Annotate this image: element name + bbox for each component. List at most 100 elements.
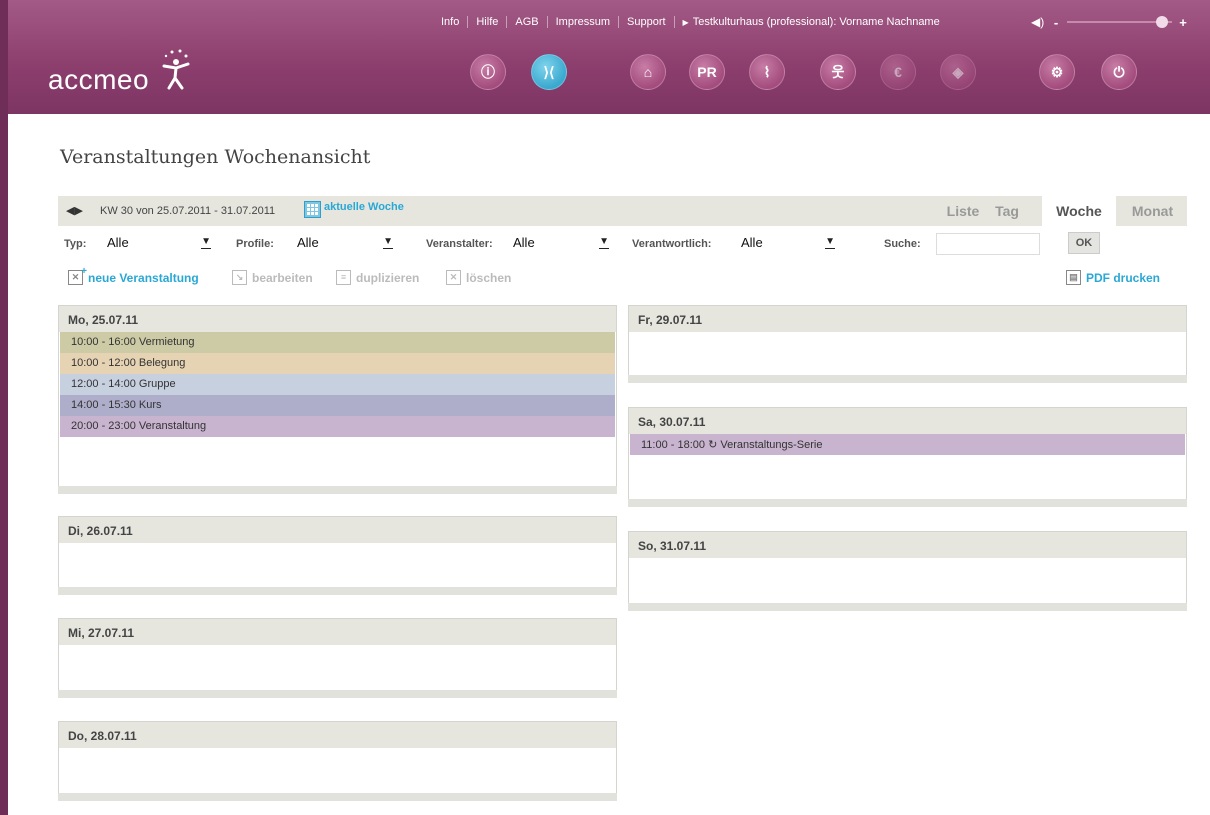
new-event-button[interactable]: ✕ + neue Veranstaltung	[68, 266, 199, 285]
day-header: Mo, 25.07.11	[59, 306, 616, 332]
user-label: Testkulturhaus (professional): Vorname N…	[692, 15, 940, 28]
event-item[interactable]: 14:00 - 15:30 Kurs	[60, 395, 615, 416]
dropdown-arrow-icon: ▼	[201, 236, 211, 249]
profile-select[interactable]: Alle ▼	[294, 233, 400, 253]
page-title: Veranstaltungen Wochenansicht	[60, 146, 371, 168]
tab-woche[interactable]: Woche	[1042, 196, 1116, 226]
people-icon[interactable]: 웃	[820, 54, 856, 90]
event-item[interactable]: 10:00 - 12:00 Belegung	[60, 353, 615, 374]
search-input[interactable]	[936, 233, 1040, 255]
dropdown-arrow-icon: ▼	[825, 236, 835, 249]
pdf-print-button[interactable]: ▤ PDF drucken	[1066, 270, 1160, 285]
day-footer	[58, 690, 617, 698]
print-icon: ▤	[1066, 270, 1081, 285]
duplicate-button[interactable]: ≡ duplizieren	[336, 270, 419, 285]
week-navigation: ◀▶ KW 30 von 25.07.2011 - 31.07.2011 akt…	[58, 196, 1187, 226]
settings-icon[interactable]: ⚙	[1039, 54, 1075, 90]
day-monday[interactable]: Mo, 25.07.11 10:00 - 16:00 Vermietung 10:…	[58, 305, 617, 494]
user-account[interactable]: ▶ Testkulturhaus (professional): Vorname …	[675, 16, 950, 29]
volume-slider[interactable]	[1067, 16, 1172, 28]
day-footer	[628, 375, 1187, 383]
profile-value: Alle	[297, 235, 319, 250]
ok-button[interactable]: OK	[1068, 232, 1100, 254]
day-header: Fr, 29.07.11	[629, 306, 1186, 332]
day-friday[interactable]: Fr, 29.07.11	[628, 305, 1187, 383]
event-list: 10:00 - 16:00 Vermietung 10:00 - 12:00 Be…	[59, 332, 616, 437]
euro-icon[interactable]: €	[880, 54, 916, 90]
week-nav-arrows[interactable]: ◀▶	[66, 204, 83, 217]
info-icon[interactable]: ⓘ	[470, 54, 506, 90]
triangle-right-icon: ▶	[682, 17, 689, 27]
day-sunday[interactable]: So, 31.07.11	[628, 531, 1187, 611]
day-header: So, 31.07.11	[629, 532, 1186, 558]
link-info[interactable]: Info	[433, 16, 469, 28]
day-thursday[interactable]: Do, 28.07.11	[58, 721, 617, 801]
verantwortlich-select[interactable]: Alle ▼	[738, 233, 842, 253]
app-window: Info Hilfe AGB Impressum Support ▶ Testku…	[0, 0, 1210, 815]
edit-icon: ↘	[232, 270, 247, 285]
tab-monat[interactable]: Monat	[1118, 196, 1187, 226]
current-week-link[interactable]: aktuelle Woche	[324, 201, 404, 213]
delete-label: löschen	[466, 270, 512, 285]
profile-label: Profile:	[236, 238, 274, 250]
event-item[interactable]: 10:00 - 16:00 Vermietung	[60, 332, 615, 353]
volume-plus-button[interactable]: +	[1176, 15, 1190, 30]
day-wednesday[interactable]: Mi, 27.07.11	[58, 618, 617, 698]
verantwortlich-value: Alle	[741, 235, 763, 250]
typ-label: Typ:	[64, 238, 87, 250]
event-item[interactable]: 20:00 - 23:00 Veranstaltung	[60, 416, 615, 437]
day-footer	[628, 603, 1187, 611]
day-tuesday[interactable]: Di, 26.07.11	[58, 516, 617, 595]
volume-minus-button[interactable]: -	[1049, 15, 1063, 30]
left-edge-bar	[0, 0, 8, 815]
pdf-print-label: PDF drucken	[1086, 270, 1161, 285]
volume-knob[interactable]	[1155, 16, 1168, 28]
power-icon[interactable]: ⏻	[1101, 54, 1137, 90]
week-range: KW 30 von 25.07.2011 - 31.07.2011	[100, 205, 276, 217]
verantwortlich-label: Verantwortlich:	[632, 238, 712, 250]
link-agb[interactable]: AGB	[507, 16, 548, 28]
action-bar: ✕ + neue Veranstaltung ↘ bearbeiten ≡ dup…	[58, 262, 1187, 292]
tab-liste[interactable]: Liste	[936, 196, 990, 226]
logo-text[interactable]: accmeo	[48, 64, 149, 96]
tab-tag[interactable]: Tag	[988, 196, 1026, 226]
event-item[interactable]: 12:00 - 14:00 Gruppe	[60, 374, 615, 395]
header: Info Hilfe AGB Impressum Support ▶ Testku…	[8, 0, 1210, 114]
paperclip-icon[interactable]: ⌇	[749, 54, 785, 90]
day-header: Do, 28.07.11	[59, 722, 616, 748]
ticket-icon[interactable]: ◈	[940, 54, 976, 90]
day-header: Di, 26.07.11	[59, 517, 616, 543]
day-footer	[58, 486, 617, 494]
filter-bar: Typ: Alle ▼ Profile: Alle ▼ Veranstalter: …	[58, 229, 1187, 259]
calendar-icon[interactable]	[304, 201, 321, 218]
veranstalter-select[interactable]: Alle ▼	[510, 233, 616, 253]
home-icon[interactable]: ⌂	[630, 54, 666, 90]
event-item[interactable]: 11:00 - 18:00 ↻ Veranstaltungs-Serie	[630, 434, 1185, 455]
edit-label: bearbeiten	[252, 270, 313, 285]
day-footer	[628, 499, 1187, 507]
delete-icon: ✕	[446, 270, 461, 285]
volume-control: ◀) - +	[1031, 12, 1201, 32]
day-saturday[interactable]: Sa, 30.07.11 11:00 - 18:00 ↻ Veranstaltu…	[628, 407, 1187, 507]
event-icon[interactable]: ⟩⟨	[531, 54, 567, 90]
day-header: Mi, 27.07.11	[59, 619, 616, 645]
pr-icon[interactable]: PR	[689, 54, 725, 90]
new-event-label: neue Veranstaltung	[88, 270, 199, 285]
next-week-icon[interactable]: ▶	[74, 205, 82, 217]
speaker-icon[interactable]: ◀)	[1031, 15, 1049, 29]
link-impressum[interactable]: Impressum	[548, 16, 620, 28]
veranstalter-value: Alle	[513, 235, 535, 250]
typ-value: Alle	[107, 235, 129, 250]
link-support[interactable]: Support	[619, 16, 675, 28]
day-footer	[58, 587, 617, 595]
veranstalter-label: Veranstalter:	[426, 238, 493, 250]
duplicate-icon: ≡	[336, 270, 351, 285]
typ-select[interactable]: Alle ▼	[104, 233, 218, 253]
juggler-logo-icon	[162, 49, 190, 90]
day-header: Sa, 30.07.11	[629, 408, 1186, 434]
link-hilfe[interactable]: Hilfe	[468, 16, 508, 28]
edit-button[interactable]: ↘ bearbeiten	[232, 270, 313, 285]
delete-button[interactable]: ✕ löschen	[446, 270, 511, 285]
dropdown-arrow-icon: ▼	[599, 236, 609, 249]
dropdown-arrow-icon: ▼	[383, 236, 393, 249]
